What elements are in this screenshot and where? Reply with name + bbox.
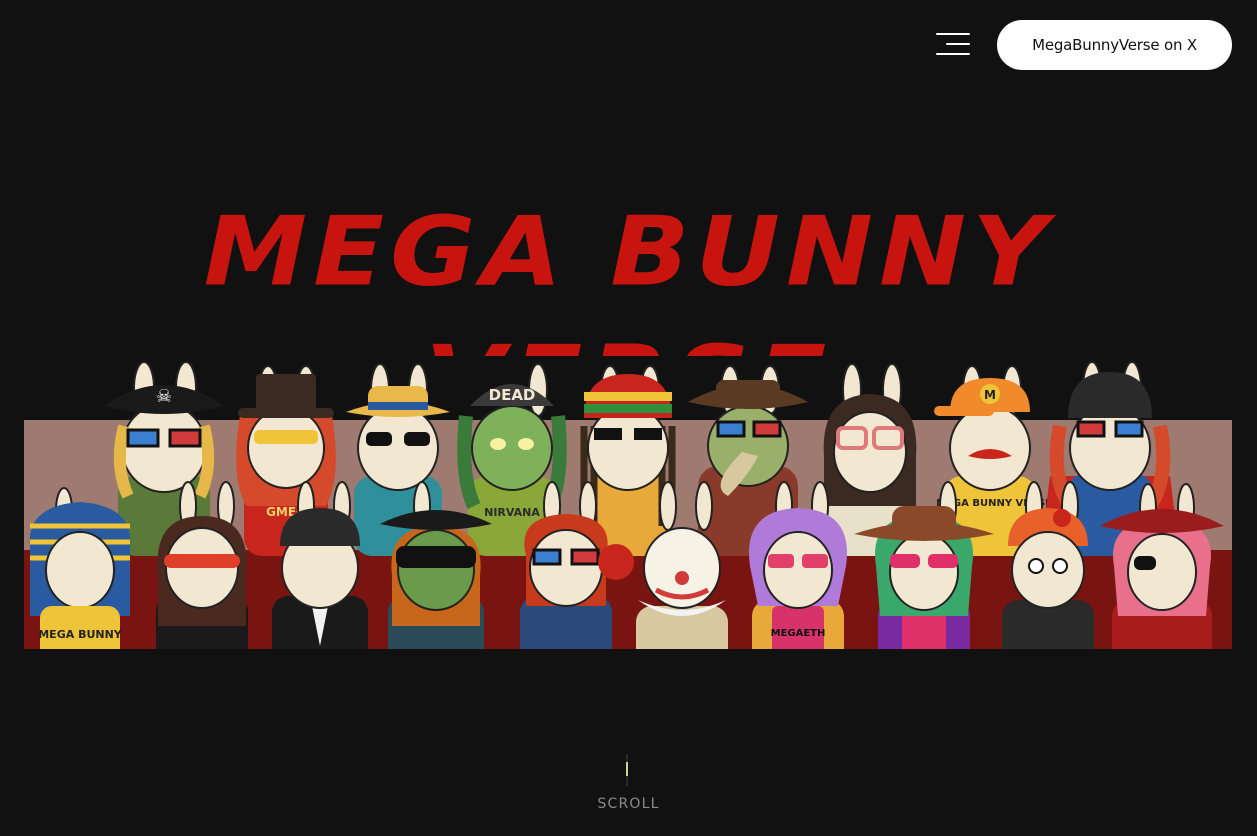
hamburger-menu-icon[interactable] [934,32,972,58]
bunny-banner-image: ☠ GMEG NIRVANA DEAD MEGA BUNNY VERSE M M… [24,356,1232,649]
x-profile-button[interactable]: MegaBunnyVerse on X [997,20,1232,70]
mega-bunny-tunic-text: MEGA BUNNY [38,628,123,641]
megaeth-shirt-text: MEGAETH [771,628,826,639]
menu-line [946,43,970,45]
scroll-label: SCROLL [597,796,660,812]
scroll-indicator-line [626,754,628,786]
menu-line [936,33,970,35]
page: MegaBunnyVerse on X MEGA BUNNY VERSE ☠ [0,0,1257,836]
pirate-skull-icon: ☠ [156,386,172,407]
m-cap-text: M [984,388,996,402]
nirvana-shirt-text: NIRVANA [484,506,540,519]
scroll-indicator-fill [626,762,628,776]
dead-cap-text: DEAD [489,386,536,404]
menu-line [936,53,970,55]
